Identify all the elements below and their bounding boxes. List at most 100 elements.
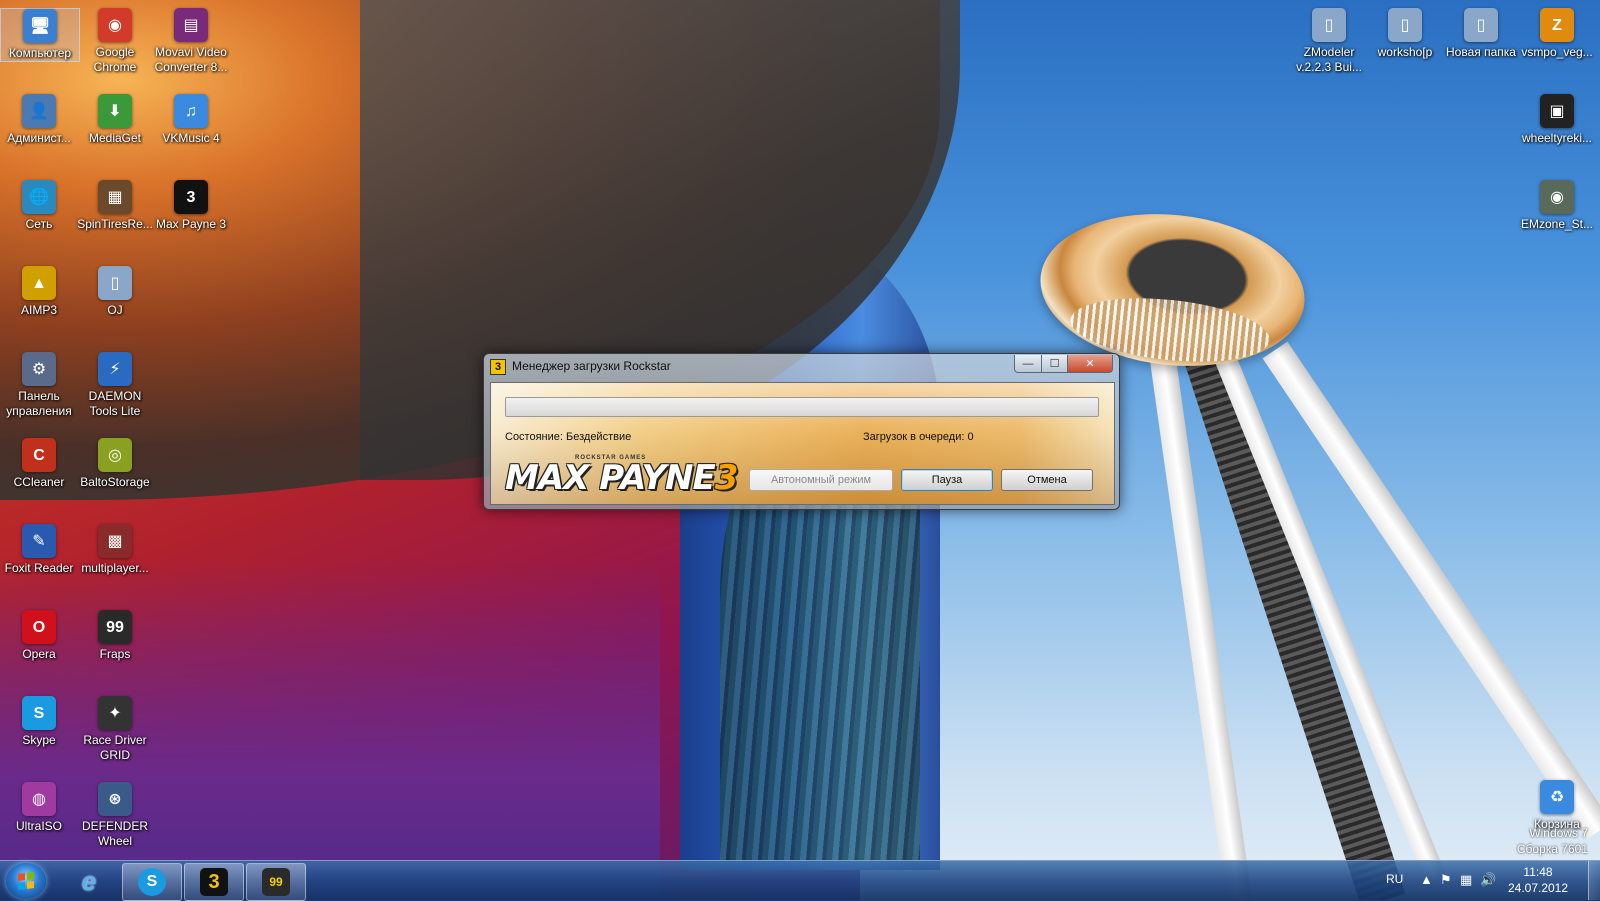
maxpayne-icon: 3: [174, 180, 208, 214]
desktop-icon-maxpayne[interactable]: 3 Max Payne 3: [152, 180, 230, 232]
desktop-icon-zmodeler[interactable]: ▯ ZModeler v.2.2.3 Bui...: [1290, 8, 1368, 75]
offline-mode-button: Автономный режим: [749, 469, 893, 491]
fraps-icon: 99: [262, 868, 290, 896]
desktop-icon-label: Google Chrome: [93, 45, 137, 74]
vsmpo-icon: Z: [1540, 8, 1574, 42]
desktop-icon-oj[interactable]: ▯ OJ: [76, 266, 154, 318]
desktop-icon-multiplayer[interactable]: ▩ multiplayer...: [76, 524, 154, 576]
desktop-icon-label: Skype: [22, 733, 56, 747]
spintires-icon: ▦: [98, 180, 132, 214]
desktop-icon-skype[interactable]: S Skype: [0, 696, 78, 748]
windows-logo-icon: [18, 872, 34, 890]
close-button[interactable]: ✕: [1067, 355, 1113, 373]
desktop-icon-control[interactable]: ⚙ Панель управления: [0, 352, 78, 419]
desktop-icon-label: Новая папка: [1446, 45, 1516, 59]
desktop-icon-emzone[interactable]: ◉ EMzone_St...: [1518, 180, 1596, 232]
opera-icon: O: [22, 610, 56, 644]
desktop-icon-label: Админист...: [7, 131, 71, 145]
language-indicator[interactable]: RU: [1386, 872, 1403, 886]
desktop-icon-aimp[interactable]: ▲ AIMP3: [0, 266, 78, 318]
window-title: Менеджер загрузки Rockstar: [512, 359, 671, 373]
desktop-icon-spintires[interactable]: ▦ SpinTiresRe...: [76, 180, 154, 232]
desktop-icon-foxit[interactable]: ✎ Foxit Reader: [0, 524, 78, 576]
desktop-icon-daemon[interactable]: ⚡ DAEMON Tools Lite: [76, 352, 154, 419]
desktop-icon-label: Fraps: [99, 647, 131, 661]
clock-time: 11:48: [1523, 865, 1553, 879]
desktop-icon-wheeltyreki[interactable]: ▣ wheeltyreki...: [1518, 94, 1596, 146]
show-hidden-icons-chevron-icon[interactable]: ▲: [1420, 872, 1433, 887]
ultraiso-icon: ◍: [22, 782, 56, 816]
network-icon: 🌐: [22, 180, 56, 214]
desktop-icon-newfolder[interactable]: ▯ Новая папка: [1442, 8, 1520, 60]
desktop-icon-computer[interactable]: 🖥 Компьютер: [0, 8, 80, 62]
desktop-icon-label: CCleaner: [13, 475, 65, 489]
action-center-flag-icon[interactable]: ⚑: [1440, 872, 1452, 888]
desktop-icon-label: DEFENDER Wheel: [81, 819, 148, 848]
desktop-icon-opera[interactable]: O Opera: [0, 610, 78, 662]
network-icon[interactable]: ▦: [1460, 872, 1472, 888]
skype-icon: S: [22, 696, 56, 730]
desktop-icon-admin[interactable]: 👤 Админист...: [0, 94, 78, 146]
desktop-icon-mediaget[interactable]: ⬇ MediaGet: [76, 94, 154, 146]
desktop-icon-workshop[interactable]: ▯ worksho[p: [1366, 8, 1444, 60]
oj-icon: ▯: [98, 266, 132, 300]
status-label: Состояние: Бездействие: [505, 431, 632, 443]
desktop-icon-label: Race Driver GRID: [83, 733, 147, 762]
desktop-icon-label: Max Payne 3: [155, 217, 227, 231]
taskbar-skype[interactable]: S: [122, 863, 182, 901]
chrome-icon: ◉: [98, 8, 132, 42]
max-payne-app-icon: 3: [490, 359, 506, 375]
maximize-button[interactable]: ☐: [1041, 355, 1068, 373]
close-icon: ✕: [1085, 358, 1095, 370]
clock[interactable]: 11:48 24.07.2012: [1498, 864, 1578, 896]
desktop-icon-label: Foxit Reader: [4, 561, 74, 575]
desktop-icon-label: BaltoStorage: [80, 475, 150, 489]
emzone-icon: ◉: [1540, 180, 1574, 214]
newfolder-icon: ▯: [1464, 8, 1498, 42]
desktop-icon-label: MediaGet: [88, 131, 142, 145]
desktop-icon-label: OJ: [107, 303, 123, 317]
desktop-icon-defender[interactable]: ⊛ DEFENDER Wheel: [76, 782, 154, 849]
desktop-icon-label: UltraISO: [15, 819, 62, 833]
vkmusic-icon: ♫: [174, 94, 208, 128]
system-tray: RU ▲ ⚑ ▦ 🔊 11:48 24.07.2012: [1380, 860, 1600, 900]
window-titlebar[interactable]: 3 Менеджер загрузки Rockstar — ☐ ✕: [484, 354, 1119, 378]
taskbar-fraps[interactable]: 99: [246, 863, 306, 901]
download-progress-bar: [505, 397, 1099, 417]
logo-title-text: MAX PAYNE: [505, 458, 716, 498]
max-payne-icon: 3: [200, 868, 228, 896]
daemon-icon: ⚡: [98, 352, 132, 386]
desktop-icon-fraps[interactable]: 99 Fraps: [76, 610, 154, 662]
taskbar-internet-explorer[interactable]: e: [60, 863, 118, 899]
pause-button[interactable]: Пауза: [901, 469, 993, 491]
foxit-icon: ✎: [22, 524, 56, 558]
desktop-icon-ultraiso[interactable]: ◍ UltraISO: [0, 782, 78, 834]
desktop-icon-vsmpo[interactable]: Zvsmpo_veg...: [1518, 8, 1596, 60]
ccleaner-icon: C: [22, 438, 56, 472]
desktop-icon-movavi[interactable]: ▤ Movavi Video Converter 8...: [152, 8, 230, 75]
start-button[interactable]: [6, 863, 46, 899]
cancel-button[interactable]: Отмена: [1001, 469, 1093, 491]
desktop-icon-balto[interactable]: ◎ BaltoStorage: [76, 438, 154, 490]
mediaget-icon: ⬇: [98, 94, 132, 128]
desktop-icon-ccleaner[interactable]: C CCleaner: [0, 438, 78, 490]
desktop-icon-vkmusic[interactable]: ♫ VKMusic 4: [152, 94, 230, 146]
volume-icon[interactable]: 🔊: [1480, 872, 1496, 888]
show-desktop-button[interactable]: [1588, 861, 1600, 900]
clock-date: 24.07.2012: [1507, 881, 1569, 895]
taskbar-max-payne-3[interactable]: 3: [184, 863, 244, 901]
logo-number: 3: [714, 458, 739, 498]
movavi-icon: ▤: [174, 8, 208, 42]
desktop-icon-chrome[interactable]: ◉ Google Chrome: [76, 8, 154, 75]
desktop-icon-label: multiplayer...: [81, 561, 149, 575]
desktop-icon-network[interactable]: 🌐 Сеть: [0, 180, 78, 232]
desktop-icon-label: Movavi Video Converter 8...: [154, 45, 228, 74]
desktop-icon-label: AIMP3: [20, 303, 57, 317]
desktop-icon-label: vsmpo_veg...: [1521, 45, 1593, 59]
desktop-icon-racedriver[interactable]: ✦ Race Driver GRID: [76, 696, 154, 763]
desktop-icon-label: Сеть: [25, 217, 53, 231]
wheeltyreki-icon: ▣: [1540, 94, 1574, 128]
balto-icon: ◎: [98, 438, 132, 472]
minimize-button[interactable]: —: [1014, 355, 1042, 373]
queue-count-label: Загрузок в очереди: 0: [863, 431, 974, 443]
